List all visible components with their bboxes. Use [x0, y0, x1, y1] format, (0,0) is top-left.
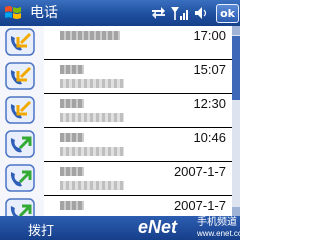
call-log-row[interactable]: 15:07	[0, 60, 232, 94]
call-type-cell	[0, 196, 44, 216]
outgoing-call-icon	[5, 198, 35, 216]
call-log-row[interactable]: 2007-1-7	[0, 196, 232, 216]
caller-name-redacted	[60, 65, 84, 74]
call-type-cell	[0, 60, 44, 94]
app-title: 电话	[30, 5, 58, 21]
incoming-call-icon	[5, 96, 35, 124]
title-bar: 电话 ok	[0, 0, 240, 26]
dial-softkey[interactable]: 拨打	[28, 220, 54, 239]
connectivity-icon	[152, 7, 165, 19]
scroll-up-arrow[interactable]	[232, 26, 240, 35]
caller-name-redacted	[60, 31, 120, 40]
watermark-brand: eNet	[138, 217, 178, 237]
caller-number-redacted	[60, 79, 124, 88]
call-type-cell	[0, 26, 44, 60]
status-icons[interactable]	[151, 4, 213, 22]
call-time: 17:00	[193, 28, 226, 43]
incoming-call-icon	[5, 62, 35, 90]
caller-name-redacted	[60, 133, 84, 142]
call-type-cell	[0, 162, 44, 196]
caller-number-redacted	[60, 113, 124, 122]
caller-name-redacted	[60, 167, 84, 176]
incoming-call-icon	[5, 28, 35, 56]
watermark-url: www.enet.com.cn	[197, 229, 260, 238]
call-time: 2007-1-7	[173, 198, 226, 213]
call-time: 12:30	[193, 96, 226, 111]
call-time: 2007-1-7	[173, 164, 226, 179]
signal-strength-icon	[171, 7, 188, 20]
windows-start-icon[interactable]	[3, 3, 23, 23]
watermark-site-name: 手机频道	[197, 217, 237, 228]
call-time: 15:07	[193, 62, 226, 77]
caller-number-redacted	[60, 181, 124, 190]
ok-button[interactable]: ok	[216, 4, 239, 23]
call-log-row[interactable]: 10:46	[0, 128, 232, 162]
call-log-row[interactable]: 17:00	[0, 26, 232, 60]
call-time: 10:46	[193, 130, 226, 145]
scrollbar[interactable]	[232, 26, 240, 216]
volume-icon	[195, 7, 207, 19]
call-type-cell	[0, 94, 44, 128]
scroll-down-arrow[interactable]	[232, 207, 240, 216]
call-log-row[interactable]: 12:30	[0, 94, 232, 128]
softkey-bar: 拨打 eNet 手机频道 www.enet.com.cn	[0, 216, 260, 240]
outgoing-call-icon	[5, 164, 35, 192]
scroll-thumb[interactable]	[232, 36, 240, 100]
call-type-cell	[0, 128, 44, 162]
call-log-row[interactable]: 2007-1-7	[0, 162, 232, 196]
caller-name-redacted	[60, 99, 84, 108]
caller-number-redacted	[60, 147, 124, 156]
caller-name-redacted	[60, 201, 84, 210]
outgoing-call-icon	[5, 130, 35, 158]
call-log-list[interactable]: 17:00 15:07 12:30 10:46 2007-1-7 2007-1-7	[0, 26, 232, 216]
